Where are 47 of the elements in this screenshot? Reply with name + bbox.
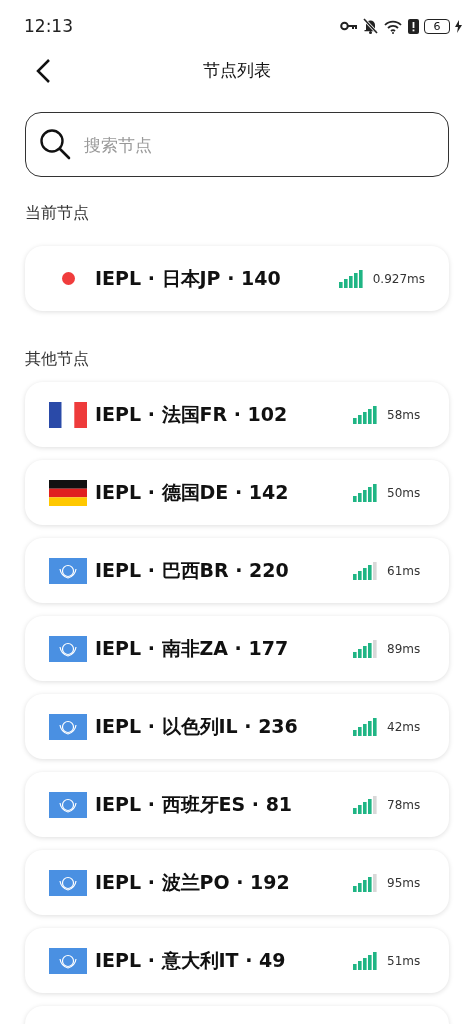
node-name: IEPL · 法国FR · 102 [95,401,289,427]
node-card[interactable]: IEPL · 西班牙ES · 81 78ms [25,772,449,837]
flag-icon [49,947,87,974]
node-name: IEPL · 意大利IT · 49 [95,947,287,973]
flag-icon [49,557,87,584]
clock: 12:13 [24,16,73,36]
page-title: 节点列表 [203,58,271,82]
node-card[interactable]: IEPL · 德国DE · 142 50ms [25,460,449,525]
flag-icon [49,713,87,740]
latency: 95ms [387,875,422,890]
flag-icon [49,869,87,896]
node-name: IEPL · 日本JP · 140 [95,265,282,291]
node-name: IEPL · 德国DE · 142 [95,479,290,505]
node-name: IEPL · 南非ZA · 177 [95,635,290,661]
latency: 50ms [387,485,422,500]
node-card[interactable]: IEPL · 日本JP · 140 0.927ms [25,246,449,311]
latency: 58ms [387,407,422,422]
search-icon [39,128,71,160]
latency: 78ms [387,797,422,812]
node-name: IEPL · 波兰PO · 192 [95,869,291,895]
latency: 0.927ms [372,271,425,286]
latency: 42ms [387,719,422,734]
node-card[interactable]: IEPL · 巴西BR · 220 61ms [25,538,449,603]
flag-icon [49,635,87,662]
section-title: 其他节点 [25,349,90,370]
node-card[interactable]: IEPL · 南非ZA · 177 89ms [25,616,449,681]
node-card[interactable]: IEPL · 波兰PO · 192 95ms [25,850,449,915]
latency: 61ms [387,563,422,578]
node-name: IEPL · 巴西BR · 220 [95,557,290,583]
flag-icon [49,479,87,506]
alert-icon [408,18,419,34]
flag-icon [49,791,87,818]
node-name: IEPL · 西班牙ES · 81 [95,791,294,817]
section-title: 当前节点 [25,203,90,224]
node-name: IEPL · 以色列IL · 236 [95,713,299,739]
search-field[interactable]: 搜索节点 [25,112,449,177]
wifi-icon [383,18,403,34]
flag-icon [49,401,87,428]
node-card[interactable]: IEPL · 法国FR · 102 58ms [25,382,449,447]
charging-icon [455,19,462,33]
battery-icon: 6 [424,18,450,34]
latency: 51ms [387,953,422,968]
latency: 89ms [387,641,422,656]
key-icon [340,21,358,31]
node-card[interactable]: IEPL · 以色列IL · 236 42ms [25,694,449,759]
node-card[interactable]: IEPL · 意大利IT · 49 51ms [25,928,449,993]
bell-off-icon [363,18,378,34]
